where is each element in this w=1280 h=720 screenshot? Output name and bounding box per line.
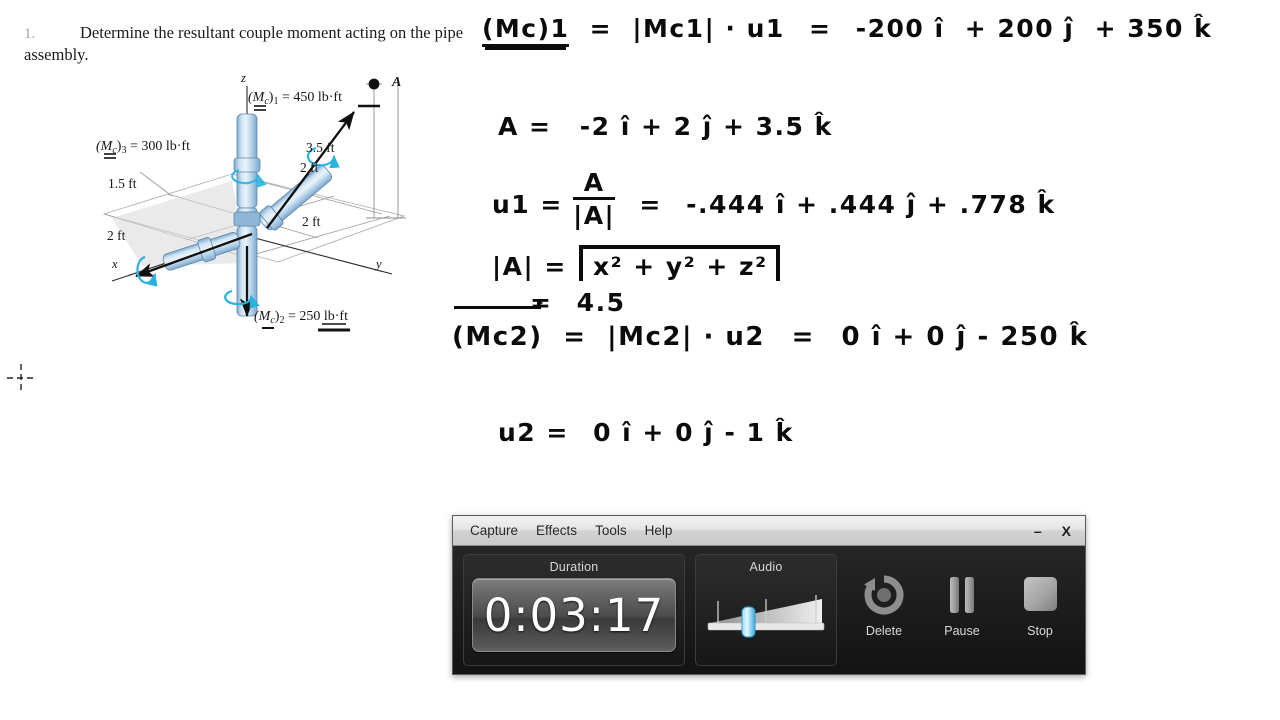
hw-line4-radical: x² + y² + z² [578, 245, 780, 281]
recorder-controls: Delete Pause Stop [847, 554, 1075, 638]
hw-line1-mid: |Mc1| · u1 [632, 14, 785, 43]
hw-line1-rhs-j: + 200 ĵ [964, 14, 1075, 43]
hw-line3-eq: = [639, 189, 662, 219]
hw-line2-lhs: A = [498, 112, 552, 141]
recorder-body: Duration 0:03:17 Audio Delete Pause Stop [453, 546, 1085, 674]
hw-line4-result-value: 4.5 [576, 288, 626, 317]
pipe-assembly-figure: A z y x 3.5 ft 2 ft 2 ft 1.5 ft 2 ft (Mc… [82, 66, 432, 356]
duration-display: 0:03:17 [472, 578, 676, 652]
hw-line2: A = -2 î + 2 ĵ + 3.5 k̂ [498, 112, 833, 141]
duration-panel: Duration 0:03:17 [463, 554, 685, 666]
hw-line1: (Mc)1 = |Mc1| · u1 = -200 î + 200 ĵ + 35… [482, 14, 1213, 47]
menu-item-effects[interactable]: Effects [527, 520, 586, 541]
hw-line1-rhs-k: + 350 k̂ [1094, 14, 1213, 43]
pause-button[interactable]: Pause [931, 568, 993, 638]
hw-line1-eq1: = [589, 14, 613, 43]
duration-title: Duration [549, 560, 599, 574]
dim-1-5ft: 1.5 ft [108, 176, 137, 191]
dimension-lines [366, 83, 406, 219]
duration-value: 0:03:17 [483, 588, 665, 642]
recorder-titlebar[interactable]: Capture Effects Tools Help – X [453, 516, 1085, 546]
hw-line5: (Mc2) = |Mc2| · u2 = 0 î + 0 ĵ - 250 k̂ [452, 322, 1088, 352]
axis-label-y: y [374, 257, 382, 271]
hw-line3-fraction: A |A| [573, 170, 616, 230]
stop-button[interactable]: Stop [1009, 568, 1071, 638]
dim-3-5ft: 3.5 ft [306, 140, 335, 155]
audio-track[interactable] [707, 622, 825, 631]
hw-line5-eq1: = [563, 322, 587, 352]
menu-item-help[interactable]: Help [636, 520, 682, 541]
hw-line6-lhs: u2 = [498, 418, 569, 447]
menu-item-tools[interactable]: Tools [586, 520, 636, 541]
hw-line3-frac-num: A [573, 170, 616, 200]
dim-2ft-upper: 2 ft [300, 160, 319, 175]
point-a-label: A [391, 75, 401, 90]
hw-line3-rhs: -.444 î + .444 ĵ + .778 k̂ [686, 189, 1056, 219]
handwritten-solution: (Mc)1 = |Mc1| · u1 = -200 î + 200 ĵ + 35… [452, 0, 1280, 470]
hw-line4: |A| = x² + y² + z² [492, 245, 780, 281]
pause-label: Pause [944, 624, 980, 638]
hw-line4-result: = 4.5 [530, 288, 625, 317]
hw-line5-mid: |Mc2| · u2 [607, 322, 766, 352]
hw-line5-eq2: = [791, 322, 815, 352]
svg-text:(Mc)1 = 450 lb·ft: (Mc)1 = 450 lb·ft [248, 90, 342, 107]
audio-panel[interactable]: Audio [695, 554, 837, 666]
hw-line1-lhs: (Mc)1 [482, 14, 570, 47]
undo-circle-icon [863, 568, 905, 622]
moment-label-m2: (Mc)2 = 250 lb·ft [254, 309, 350, 332]
pause-bars-icon [945, 568, 979, 622]
hw-line5-lhs: (Mc2) [452, 322, 543, 352]
hw-line3: u1 = A |A| = -.444 î + .444 ĵ + .778 k̂ [492, 170, 1056, 228]
hw-line3-frac-den: |A| [573, 201, 616, 230]
hw-line5-rhs: 0 î + 0 ĵ - 250 k̂ [841, 322, 1089, 352]
audio-level-handle[interactable] [741, 606, 756, 638]
moment-label-m1: (Mc)1 = 450 lb·ft [248, 90, 380, 111]
minimize-button[interactable]: – [1024, 521, 1052, 541]
problem-statement: 1. Determine the resultant couple moment … [24, 22, 484, 66]
problem-number: 1. [24, 26, 36, 42]
problem-text: Determine the resultant couple moment ac… [24, 23, 464, 65]
delete-button[interactable]: Delete [853, 568, 915, 638]
crosshair-cursor [6, 363, 36, 393]
close-button[interactable]: X [1052, 521, 1081, 541]
dim-2ft-left: 2 ft [107, 228, 126, 243]
audio-level-slider[interactable] [704, 578, 828, 650]
dim-2ft-lower: 2 ft [302, 214, 321, 229]
stop-label: Stop [1027, 624, 1053, 638]
delete-label: Delete [865, 624, 903, 638]
hw-line1-rhs-i: -200 î [855, 14, 945, 43]
hw-line1-eq2: = [809, 14, 832, 43]
hw-line4-radicand: x² + y² + z² [592, 252, 768, 281]
stop-square-icon [1020, 568, 1060, 622]
hw-line4-lhs: |A| = [492, 252, 567, 281]
hw-line2-rhs: -2 î + 2 ĵ + 3.5 k̂ [579, 112, 833, 141]
hw-line3-lhs: u1 = [492, 189, 563, 219]
inclined-pipe [259, 165, 333, 231]
hw-line6-rhs: 0 î + 0 ĵ - 1 k̂ [593, 418, 794, 447]
axis-label-z: z [240, 71, 246, 85]
point-a-marker [368, 78, 380, 90]
axis-label-x: x [111, 257, 118, 271]
audio-title: Audio [749, 560, 783, 574]
screen-recorder-window[interactable]: Capture Effects Tools Help – X Duration … [452, 515, 1086, 675]
menu-item-capture[interactable]: Capture [461, 520, 527, 541]
hw-line6: u2 = 0 î + 0 ĵ - 1 k̂ [498, 418, 794, 447]
